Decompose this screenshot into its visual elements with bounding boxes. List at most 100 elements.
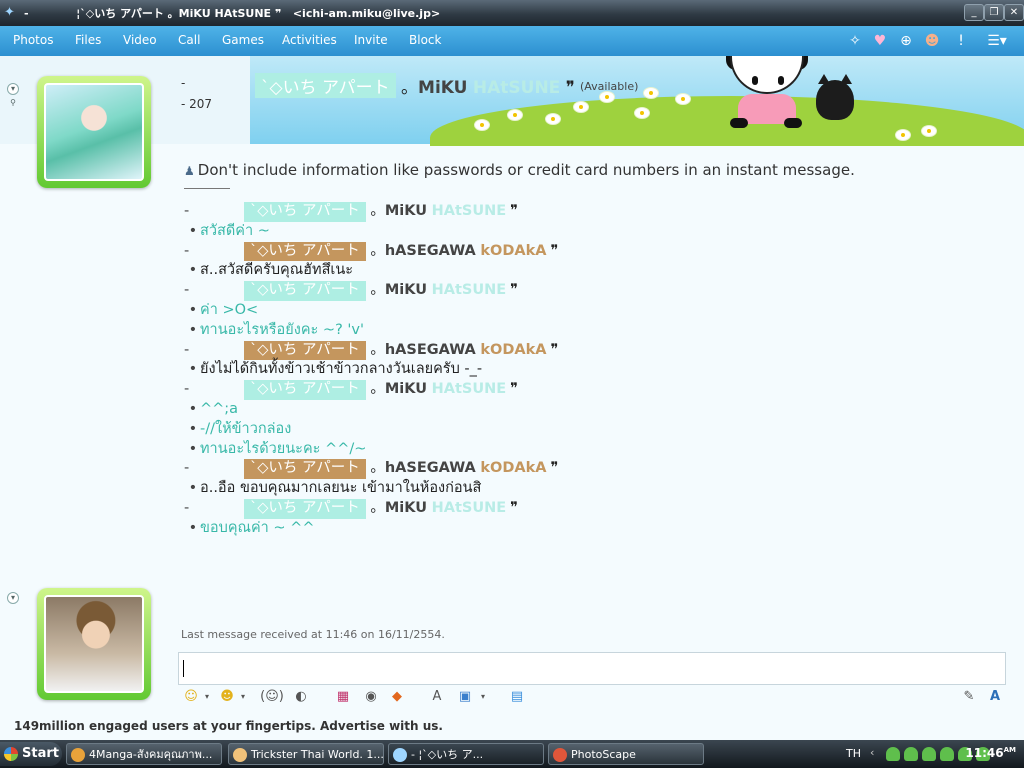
sender-header: - `◇いち アパート 。MiKU HAtSUNE ❞	[184, 202, 984, 222]
messenger-tray-icon[interactable]	[904, 747, 918, 761]
messenger-tray-icon[interactable]	[886, 747, 900, 761]
sender-tail: ❞	[550, 341, 559, 358]
message-line: • ทานอะไรหรือยังคะ ~? 'v'	[184, 321, 984, 341]
messenger-tray-icon[interactable]	[940, 747, 954, 761]
dropdown-icon[interactable]: ▾	[234, 688, 252, 706]
handwriting-icon[interactable]: ✎	[960, 688, 978, 706]
collapse-toggle-icon[interactable]: ▾	[7, 83, 19, 95]
translate-icon[interactable]: A	[428, 688, 446, 706]
cat-icon	[816, 74, 854, 120]
title-prefix: -	[24, 7, 29, 20]
heart-icon[interactable]: ♥	[871, 32, 889, 50]
taskbar-button[interactable]: PhotoScape	[548, 743, 704, 765]
taskbar-button[interactable]: 4Manga-สังคมคุณภาพ...	[66, 743, 222, 765]
message-text: อ..อือ ขอบคุณมากเลยนะ เข้ามาในห้องก่อนสิ	[200, 480, 482, 497]
contact-avatar[interactable]	[37, 76, 151, 188]
divider	[184, 188, 230, 189]
sender-pill: `◇いち アパート	[244, 498, 366, 519]
games-icon[interactable]: ◆	[388, 688, 406, 706]
sender-separator: 。	[370, 242, 385, 259]
voice-clip-icon[interactable]: ◐	[292, 688, 310, 706]
menu-video[interactable]: Video	[123, 33, 157, 47]
sender-pill: `◇いち アパート	[244, 380, 366, 400]
flower-icon	[922, 126, 936, 136]
sender-header: - `◇いち アパート 。MiKU HAtSUNE ❞	[184, 498, 984, 519]
message-input[interactable]	[178, 652, 1006, 685]
message-line: • ค่า >O<	[184, 301, 984, 321]
dash: -	[184, 499, 190, 516]
close-button[interactable]: ✕	[1004, 4, 1024, 21]
flower-icon	[574, 102, 588, 112]
start-button[interactable]: Start	[0, 742, 62, 766]
menu-call[interactable]: Call	[178, 33, 200, 47]
sender-tail: ❞	[550, 460, 559, 477]
app-icon	[553, 748, 567, 762]
sender-pill: `◇いち アパート	[244, 241, 366, 262]
message-text: ขอบคุณค่า ~ ^^	[200, 519, 315, 536]
text-caret	[183, 660, 184, 677]
alert-icon[interactable]: !	[952, 32, 970, 50]
sender-last: kODAkA	[480, 341, 547, 358]
status-text: (Available)	[580, 80, 639, 93]
clock-ampm: AM	[1003, 746, 1016, 754]
window-title: - ¦`◇いち アパート 。MiKU HAtSUNE ❞ <ichi-am.mi…	[24, 5, 440, 21]
system-tray: TH ‹ 11:46AM	[844, 740, 1024, 768]
flower-icon	[676, 94, 690, 104]
message-line: • ^^;a	[184, 400, 984, 420]
bullet: •	[184, 361, 198, 378]
menu-activities[interactable]: Activities	[282, 33, 337, 47]
menu-invite[interactable]: Invite	[354, 33, 388, 47]
menu-options-icon[interactable]: ☰▾	[984, 32, 1010, 50]
backgrounds-icon[interactable]: ▦	[334, 688, 352, 706]
sender-separator: 。	[370, 282, 385, 299]
taskbar-button[interactable]: Trickster Thai World. 1...	[228, 743, 384, 765]
collapse-toggle-icon[interactable]: ▾	[7, 592, 19, 604]
clock[interactable]: 11:46AM	[965, 746, 1016, 760]
menu-files[interactable]: Files	[75, 33, 101, 47]
nudge-icon[interactable]: (☺)	[260, 688, 284, 706]
send-files-icon[interactable]: ▤	[508, 688, 526, 706]
tray-expand-icon[interactable]: ‹	[870, 746, 874, 759]
contact-card-icon[interactable]: ⚲	[7, 98, 19, 110]
share-photo-icon[interactable]: ▣	[456, 688, 474, 706]
menu-games[interactable]: Games	[222, 33, 264, 47]
language-indicator[interactable]: TH	[846, 747, 861, 760]
sender-first: hASEGAWA	[384, 242, 476, 259]
wand-icon[interactable]: ✧	[846, 32, 864, 50]
message-text: ส..สวัสดีครับคุณฮัทสึเนะ	[200, 262, 354, 279]
emoticon-icon[interactable]: ☻	[923, 32, 941, 50]
sender-first: MiKU	[384, 282, 427, 299]
menu-photos[interactable]: Photos	[13, 33, 53, 47]
taskbar-button[interactable]: - ¦`◇いち ア...	[388, 743, 544, 765]
bullet: •	[184, 420, 198, 437]
sender-last: HAtSUNE	[431, 381, 507, 398]
sender-pill: `◇いち アパート	[244, 459, 366, 480]
maximize-button[interactable]: ❐	[984, 4, 1004, 21]
sender-tail: ❞	[510, 282, 518, 299]
message-text: ยังไม่ได้กินทั้งข้าวเช้าข้าวกลางวันเลยคร…	[200, 361, 483, 378]
advertisement[interactable]: 149million engaged users at your fingert…	[14, 719, 443, 733]
dropdown-icon[interactable]: ▾	[198, 688, 216, 706]
dropdown-icon[interactable]: ▾	[474, 688, 492, 706]
audio-icon[interactable]: ◉	[362, 688, 380, 706]
font-icon[interactable]: A	[986, 688, 1004, 706]
dash: -	[184, 341, 190, 358]
messenger-tray-icon[interactable]	[922, 747, 936, 761]
flower-icon	[600, 92, 614, 102]
app-icon	[233, 748, 247, 762]
title-contact-name: ¦`◇いち アパート 。MiKU HAtSUNE ❞	[76, 7, 282, 20]
minimize-button[interactable]: _	[964, 4, 984, 21]
sender-separator: 。	[370, 460, 385, 477]
bullet: •	[184, 480, 198, 497]
message-line: • ขอบคุณค่า ~ ^^	[184, 519, 984, 539]
input-toolbar: ☺ ▾ ☻ ▾ (☺) ◐ ▦ ◉ ◆ A ▣ ▾ ▤ ✎ A	[178, 685, 1006, 709]
search-icon[interactable]: ⊕	[897, 32, 915, 50]
sender-last: kODAkA	[480, 242, 547, 259]
user-avatar[interactable]	[37, 588, 151, 700]
sender-tail: ❞	[510, 203, 518, 219]
last-message-timestamp: Last message received at 11:46 on 16/11/…	[181, 628, 445, 641]
message-line: • สวัสดีค่า ~	[184, 222, 984, 242]
message-text: ทานอะไรด้วยนะคะ ^^/~	[200, 440, 367, 457]
menu-block[interactable]: Block	[409, 33, 441, 47]
sender-pill: `◇いち アパート	[244, 281, 366, 301]
